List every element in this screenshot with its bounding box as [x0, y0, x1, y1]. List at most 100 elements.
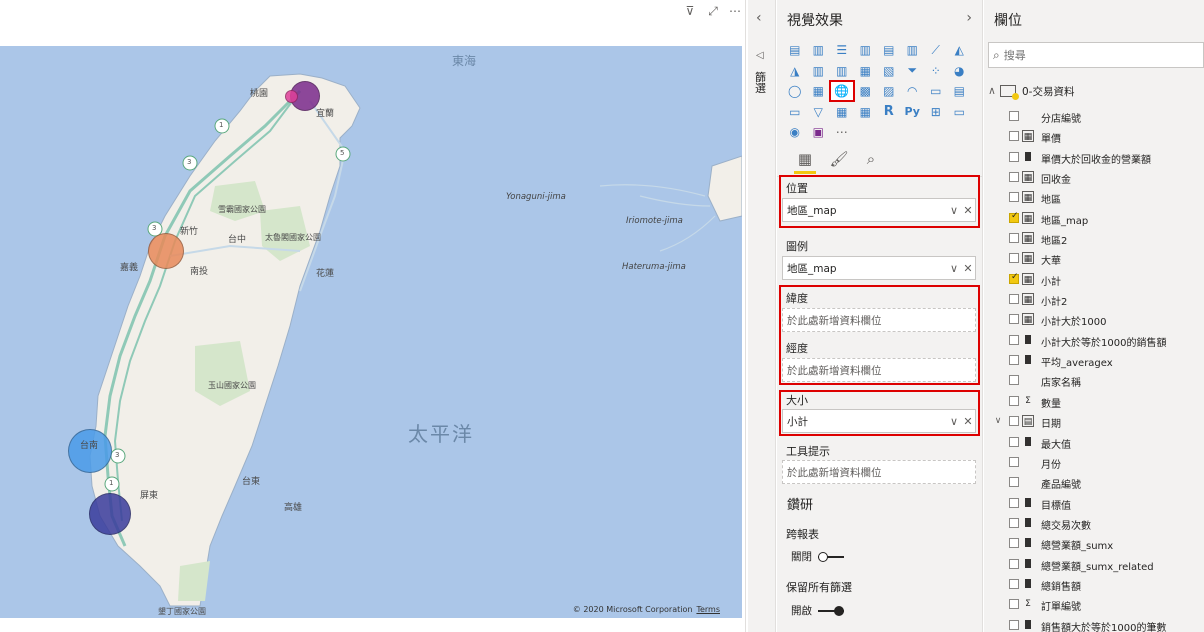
100-column-icon[interactable]: ▥ [901, 40, 925, 60]
field-row[interactable]: 總交易次數 [984, 513, 1204, 533]
format-paint-roller-icon[interactable]: 🖌 [825, 146, 853, 172]
tooltips-well[interactable]: 於此處新增資料欄位 [782, 460, 976, 484]
filter-icon[interactable]: ⊽ [682, 4, 698, 18]
field-checkbox[interactable] [1009, 192, 1019, 203]
field-checkbox[interactable] [1009, 619, 1019, 630]
field-row[interactable]: 小計大於等於1000的銷售額 [984, 330, 1204, 350]
table-node[interactable]: ∧ 0-交易資料 [984, 82, 1074, 100]
field-row[interactable]: 最大值 [984, 432, 1204, 452]
legend-well[interactable]: 地區_map ∨ ✕ [782, 256, 976, 280]
terms-link[interactable]: Terms [696, 605, 720, 614]
field-checkbox[interactable] [1009, 375, 1019, 386]
collapse-chevron-icon[interactable]: › [966, 10, 972, 26]
map-bubble-1[interactable] [285, 90, 298, 103]
stacked-bar-icon[interactable]: ▤ [783, 40, 807, 60]
map-bubble-4[interactable] [89, 493, 131, 535]
pie-chart-icon[interactable]: ◕ [948, 61, 972, 81]
field-row[interactable]: 產品編號 [984, 472, 1204, 492]
map-icon[interactable]: 🌐 [829, 80, 855, 103]
field-checkbox[interactable] [1009, 416, 1019, 427]
field-checkbox[interactable] [1009, 294, 1019, 305]
qa-visual-icon[interactable]: ▭ [948, 102, 972, 122]
field-row[interactable]: ▦ 地區2 [984, 228, 1204, 248]
field-row[interactable]: 單價大於回收金的營業額 [984, 147, 1204, 167]
arcgis-map-icon[interactable]: ◉ [783, 122, 807, 142]
search-box[interactable]: ⌕ [988, 42, 1204, 68]
scatter-icon[interactable]: ⁘ [924, 61, 948, 81]
donut-chart-icon[interactable]: ◯ [783, 81, 807, 101]
field-checkbox[interactable] [1009, 355, 1019, 366]
field-row[interactable]: ▦ 地區_map [984, 208, 1204, 228]
chevron-down-icon[interactable]: ∨ [947, 415, 961, 428]
field-checkbox[interactable] [1009, 558, 1019, 569]
close-icon[interactable]: ✕ [961, 262, 975, 275]
multi-row-card-icon[interactable]: ▤ [948, 81, 972, 101]
field-checkbox[interactable] [1009, 111, 1019, 121]
field-row[interactable]: ▦ 回收金 [984, 167, 1204, 187]
python-visual-icon[interactable]: Py [901, 102, 925, 122]
treemap-icon[interactable]: ▦ [807, 81, 831, 101]
field-row[interactable]: ▦ 單價 [984, 126, 1204, 146]
field-checkbox[interactable] [1009, 517, 1019, 528]
field-checkbox[interactable] [1009, 172, 1019, 183]
cross-report-toggle[interactable] [818, 551, 844, 562]
custom-visual-icon[interactable]: ▣ [807, 122, 831, 142]
slicer-icon[interactable]: ▽ [807, 102, 831, 122]
matrix-icon[interactable]: ▦ [854, 102, 878, 122]
chevron-down-icon[interactable]: ∨ [947, 262, 961, 275]
more-options-icon[interactable]: ⋯ [727, 4, 743, 18]
field-checkbox[interactable] [1009, 497, 1019, 508]
field-row[interactable]: ▦ 小計2 [984, 289, 1204, 309]
field-checkbox[interactable] [1009, 314, 1019, 325]
filters-pane-collapsed[interactable]: ‹ ◁ 篩選 [748, 0, 776, 632]
field-row[interactable]: 月份 [984, 452, 1204, 472]
field-row[interactable]: 總營業額_sumx_related [984, 554, 1204, 574]
clustered-bar-icon[interactable]: ☰ [830, 40, 854, 60]
field-checkbox[interactable] [1009, 233, 1019, 244]
shape-map-icon[interactable]: ▨ [877, 81, 901, 101]
cross-report-toggle-row[interactable]: 關閉 [791, 549, 844, 564]
chevron-down-icon[interactable]: ∨ [947, 204, 961, 217]
field-row[interactable]: 銷售額大於等於1000的筆數 [984, 615, 1204, 632]
stacked-area-icon[interactable]: ◮ [783, 61, 807, 81]
map-bubble-2[interactable] [148, 233, 184, 269]
keep-filters-toggle[interactable] [818, 605, 844, 616]
key-influencers-icon[interactable]: ⊞ [924, 102, 948, 122]
expand-chevron-icon[interactable]: ∨ [992, 416, 1004, 426]
field-row[interactable]: 店家名稱 [984, 370, 1204, 390]
field-checkbox[interactable] [1009, 538, 1019, 549]
field-checkbox[interactable] [1009, 334, 1019, 345]
field-row[interactable]: ∨ ▤ 日期 [984, 411, 1204, 431]
field-row[interactable]: Σ 數量 [984, 391, 1204, 411]
focus-mode-icon[interactable]: ⤢ [705, 4, 721, 18]
funnel-icon[interactable]: ⏷ [901, 61, 925, 81]
field-checkbox[interactable] [1009, 456, 1019, 467]
more-visuals-icon[interactable]: ⋯ [830, 122, 854, 142]
card-icon[interactable]: ▭ [924, 81, 948, 101]
field-checkbox[interactable] [1009, 477, 1019, 488]
stacked-column-icon[interactable]: ▥ [807, 40, 831, 60]
field-row[interactable]: 平均_averagex [984, 350, 1204, 370]
field-checkbox[interactable] [1009, 211, 1019, 223]
latitude-well[interactable]: 於此處新增資料欄位 [782, 308, 976, 332]
analytics-magnifier-icon[interactable]: ⌕ [857, 146, 885, 172]
field-checkbox[interactable] [1009, 578, 1019, 589]
field-row[interactable]: ▦ 大華 [984, 248, 1204, 268]
field-row[interactable]: 總營業額_sumx [984, 533, 1204, 553]
clustered-column-icon[interactable]: ▥ [854, 40, 878, 60]
search-input[interactable] [1003, 48, 1184, 62]
field-checkbox[interactable] [1009, 131, 1019, 142]
gauge-icon[interactable]: ◠ [901, 81, 925, 101]
keep-filters-toggle-row[interactable]: 開啟 [791, 603, 844, 618]
close-icon[interactable]: ✕ [961, 415, 975, 428]
field-checkbox[interactable] [1009, 253, 1019, 264]
location-well[interactable]: 地區_map ∨ ✕ [782, 198, 976, 222]
r-visual-icon[interactable]: R [877, 102, 901, 122]
field-row[interactable]: ▦ 小計大於1000 [984, 309, 1204, 329]
line-column-icon[interactable]: ▥ [807, 61, 831, 81]
field-checkbox[interactable] [1009, 395, 1019, 406]
table-icon[interactable]: ▦ [830, 102, 854, 122]
ribbon-chart-icon[interactable]: ▦ [854, 61, 878, 81]
fields-tab-icon[interactable]: ▦ [791, 146, 819, 174]
field-row[interactable]: 目標值 [984, 493, 1204, 513]
